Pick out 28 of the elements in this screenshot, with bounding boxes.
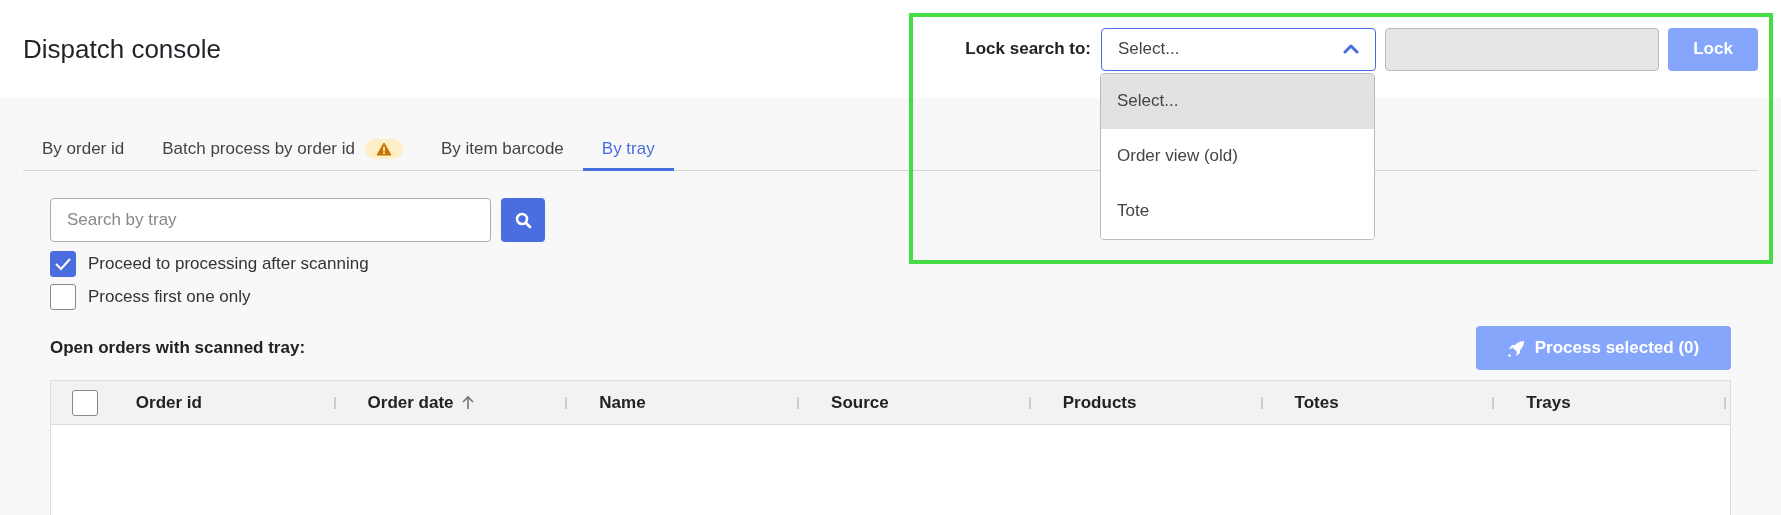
tab[interactable]: By order id: [23, 129, 144, 171]
column-header[interactable]: Trays: [1526, 389, 1571, 416]
checkbox[interactable]: [72, 389, 98, 416]
tab[interactable]: By tray: [582, 129, 674, 171]
column-header[interactable]: Order date: [367, 389, 454, 416]
checkbox-label: Process first one only: [88, 286, 251, 309]
column-header[interactable]: Order id: [135, 389, 202, 416]
tab[interactable]: By item barcode: [421, 129, 583, 171]
search-icon: [514, 211, 532, 229]
column-header[interactable]: Totes: [1294, 389, 1339, 416]
checkbox[interactable]: [50, 251, 76, 277]
search-button[interactable]: [501, 198, 545, 242]
tab[interactable]: Batch process by order id: [143, 129, 422, 171]
checkmark-icon: [54, 257, 72, 271]
search-field[interactable]: Search by tray: [50, 198, 491, 242]
caret-icon: [1343, 44, 1359, 54]
lock-search-label: Lock search to:: [965, 38, 1091, 61]
warning-icon: [375, 141, 392, 156]
checkbox[interactable]: [50, 284, 76, 310]
page-title: Dispatch console: [23, 32, 221, 66]
lock-select[interactable]: Select...: [1101, 27, 1376, 71]
column-header[interactable]: Name: [599, 389, 646, 416]
column-header[interactable]: Products: [1062, 389, 1137, 416]
column-header[interactable]: Source: [831, 389, 889, 416]
rocket-icon: [1507, 339, 1525, 357]
section-heading: Open orders with scanned tray:: [50, 337, 306, 360]
checkbox-label: Proceed to processing after scanning: [88, 253, 369, 276]
dropdown-option[interactable]: Select...: [1101, 73, 1374, 129]
